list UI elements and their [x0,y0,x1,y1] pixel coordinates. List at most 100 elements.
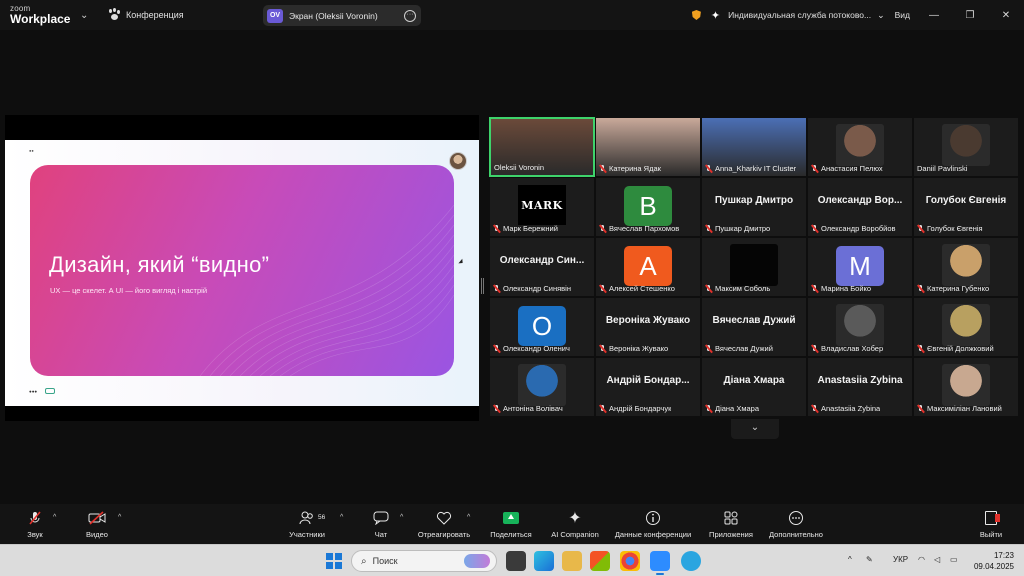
participant-tile[interactable]: Anna_Kharkiv IT Cluster [701,117,807,177]
participant-display-name: Anastasiia Zybina [817,375,903,386]
screen-share-pill[interactable]: OV Экран (Oleksii Voronin) ··· [263,5,421,26]
chevron-up-icon[interactable]: ^ [848,555,852,564]
participant-tile[interactable]: MARK Марк Бережний [489,177,595,237]
more-icon [765,508,827,528]
participant-name: Daniil Pavlinski [917,164,968,173]
apps-icon [705,508,757,528]
ai-companion-button[interactable]: ✦ AI Companion [548,508,602,539]
volume-icon[interactable]: ◁ [934,555,940,564]
participant-tile[interactable]: Максиміліан Лановий [913,357,1019,417]
streaming-service-label[interactable]: Индивидуальная служба потоково... [728,10,871,20]
participant-tile[interactable]: Катерина Ядак [595,117,701,177]
participant-tile[interactable]: Максим Соболь [701,237,807,297]
chrome-icon[interactable] [620,551,640,571]
participant-initial: M [836,246,884,286]
participant-tile[interactable]: B Вячеслав Пархомов [595,177,701,237]
slide-title: Дизайн, який “видно” [49,252,270,277]
file-explorer-icon[interactable] [562,551,582,571]
mic-muted-icon [917,404,924,413]
shield-icon[interactable] [691,10,701,20]
participant-tile[interactable]: Вероніка Жувако Вероніка Жувако [595,297,701,357]
minimize-icon[interactable]: — [916,10,952,21]
participant-tile[interactable]: Oleksii Voronin [489,117,595,177]
participant-display-name: Діана Хмара [723,375,785,386]
participant-display-name: Вероніка Жувако [605,315,691,326]
chevron-down-icon[interactable]: ⌄ [80,10,88,21]
wifi-icon[interactable]: ◠ [918,555,925,564]
participant-name-tag: Oleksii Voronin [494,163,544,172]
participant-initial: A [624,246,672,286]
participant-tile[interactable]: Олександр Вор... Олександр Воробйов [807,177,913,237]
video-button[interactable]: Видео [82,508,112,539]
participant-name: Голубок Євгенія [927,224,983,233]
chevron-up-icon[interactable]: ^ [340,514,343,521]
telegram-icon[interactable] [681,551,701,571]
panel-splitter[interactable] [481,278,484,294]
participant-tile[interactable]: Андрій Бондар... Андрій Бондарчук [595,357,701,417]
chevron-up-icon[interactable]: ^ [467,514,470,521]
participant-tile[interactable]: Діана Хмара Діана Хмара [701,357,807,417]
participant-tile[interactable]: Пушкар Дмитро Пушкар Дмитро [701,177,807,237]
mic-muted-icon [599,284,606,293]
clock-time: 17:23 [993,551,1014,560]
participant-name: Вероніка Жувако [609,344,669,353]
participant-tile[interactable]: Євгеній Должковий [913,297,1019,357]
react-button[interactable]: Отреагировать [415,508,473,539]
chat-icon [370,508,392,528]
leave-button[interactable]: Выйти [976,508,1006,539]
brand-line2: Workplace [10,12,71,26]
share-button[interactable]: Поделиться [488,508,534,539]
windows-start-icon[interactable] [326,553,342,569]
taskbar-search[interactable]: ⌕ Поиск [351,550,497,572]
chevron-up-icon[interactable]: ^ [53,514,56,521]
chat-button[interactable]: Чат [370,508,392,539]
participant-name: Вячеслав Дужий [715,344,773,353]
mic-muted-icon [493,344,500,353]
participant-tile[interactable]: Антоніна Волівач [489,357,595,417]
chevron-up-icon[interactable]: ^ [118,514,121,521]
participant-tile[interactable]: Анастасия Пелюх [807,117,913,177]
chevron-down-icon[interactable]: ⌄ [731,419,779,439]
participants-button[interactable]: Участники [287,508,327,539]
meeting-label: Конференция [126,10,184,20]
shared-screen[interactable]: ●● Дизайн, який “видно” UX — це скелет. … [5,115,479,421]
participant-tile[interactable]: Голубок Євгенія Голубок Євгенія [913,177,1019,237]
more-button[interactable]: Дополнительно [765,508,827,539]
meeting-menu[interactable]: Конференция [108,8,184,21]
close-icon[interactable]: ✕ [988,10,1024,21]
language-indicator[interactable]: УКР [893,555,908,564]
participant-tile[interactable]: Вячеслав Дужий Вячеслав Дужий [701,297,807,357]
pen-icon[interactable]: ✎ [866,555,873,564]
clock[interactable]: 17:23 09.04.2025 [974,550,1014,572]
zoom-taskbar-icon[interactable] [650,551,670,575]
task-view-icon[interactable] [506,551,526,571]
participant-tile[interactable]: Daniil Pavlinski [913,117,1019,177]
more-icon[interactable]: ··· [404,9,416,22]
leave-label: Выйти [979,530,1003,539]
clock-date: 09.04.2025 [973,562,1014,571]
participant-name-tag: Максим Соболь [705,284,770,293]
apps-button[interactable]: Приложения [705,508,757,539]
participant-tile[interactable]: Катерина Губенко [913,237,1019,297]
audio-button[interactable]: Звук [20,508,50,539]
participant-tile[interactable]: Олександр Син... Олександр Синявін [489,237,595,297]
edge-icon[interactable] [534,551,554,571]
participant-tile[interactable]: M Марина Бойко [807,237,913,297]
sparkle-icon[interactable]: ✦ [711,9,720,22]
more-label: Дополнительно [769,530,823,539]
chevron-up-icon[interactable]: ^ [400,514,403,521]
participant-tile[interactable]: Anastasiia Zybina Anastasiia Zybina [807,357,913,417]
store-icon[interactable] [590,551,610,571]
meeting-info-button[interactable]: Данные конференции [611,508,695,539]
participant-name: Олександр Воробйов [821,224,896,233]
participant-tile[interactable]: A Алексей Стешенко [595,237,701,297]
chevron-down-icon[interactable]: ⌄ [877,10,885,21]
participant-tile[interactable]: O Олександр Оленич [489,297,595,357]
participant-tile[interactable]: Владислав Хобер [807,297,913,357]
title-bar: zoom Workplace ⌄ Конференция OV Экран (O… [0,0,1024,30]
restore-icon[interactable]: ❐ [952,10,988,21]
participant-name-tag: Андрій Бондарчук [599,404,671,413]
view-button[interactable]: Вид [895,10,910,20]
battery-icon[interactable]: ▭ [950,555,958,564]
leave-icon [985,511,1000,525]
